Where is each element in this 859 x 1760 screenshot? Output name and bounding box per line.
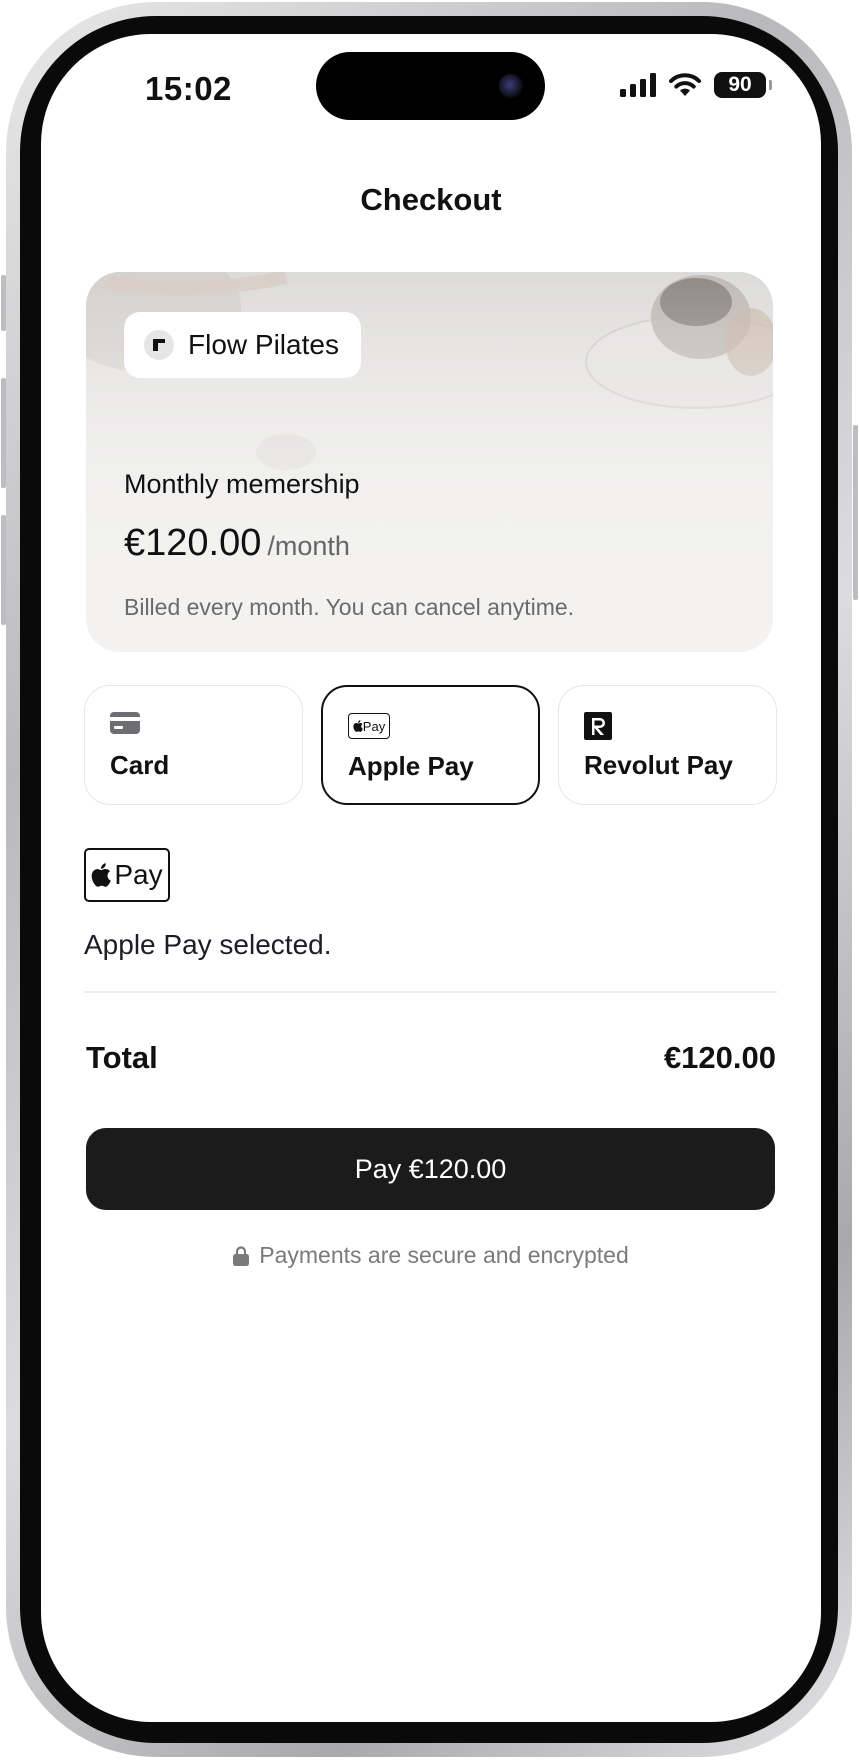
power-button: [853, 425, 858, 600]
payment-method-selector: Card Pay Apple Pay Revolut Pay: [84, 685, 777, 805]
total-label: Total: [86, 1040, 158, 1075]
apple-pay-logo-icon: Pay: [84, 848, 170, 902]
divider: [84, 991, 777, 993]
product-card: Flow Pilates Monthly memership €120.00 /…: [86, 272, 773, 652]
apple-pay-logo-text: Pay: [114, 859, 163, 890]
price-row: €120.00 /month: [124, 522, 350, 565]
volume-down-button: [1, 515, 6, 625]
dynamic-island: [316, 52, 545, 120]
payment-method-revolut-pay[interactable]: Revolut Pay: [558, 685, 777, 805]
battery-icon: 90: [714, 72, 772, 98]
pay-button[interactable]: Pay €120.00: [86, 1128, 775, 1210]
apple-pay-mark-text: Pay: [362, 718, 386, 734]
wifi-icon: [669, 73, 701, 96]
total-value: €120.00: [663, 1040, 776, 1075]
brand-logo-icon: [144, 330, 174, 360]
action-button: [1, 275, 6, 331]
revolut-icon: [584, 712, 612, 745]
brand-name: Flow Pilates: [188, 329, 339, 360]
payment-method-apple-pay[interactable]: Pay Apple Pay: [321, 685, 540, 805]
phone-screen: 15:02 90 Checkout Flow Pilates Monthly m…: [41, 34, 821, 1722]
payment-method-card[interactable]: Card: [84, 685, 303, 805]
plan-name: Monthly memership: [124, 469, 360, 499]
volume-up-button: [1, 378, 6, 488]
lock-icon: [233, 1245, 250, 1266]
method-label: Card: [110, 750, 170, 780]
billing-note: Billed every month. You can cancel anyti…: [124, 594, 575, 620]
credit-card-icon: [110, 712, 140, 739]
payment-selection-message: Apple Pay selected.: [84, 929, 332, 960]
cellular-signal-icon: [620, 73, 656, 97]
method-label: Apple Pay: [348, 751, 474, 781]
page-title: Checkout: [360, 182, 502, 217]
front-camera-icon: [499, 74, 523, 98]
security-note: Payments are secure and encrypted: [41, 1242, 821, 1269]
price-period: /month: [267, 531, 350, 561]
method-label: Revolut Pay: [584, 750, 733, 780]
status-indicators: 90: [620, 72, 772, 98]
status-time: 15:02: [145, 70, 232, 107]
battery-level: 90: [728, 73, 752, 96]
brand-chip: Flow Pilates: [124, 312, 361, 378]
price-amount: €120.00: [124, 522, 262, 564]
security-note-text: Payments are secure and encrypted: [259, 1242, 629, 1268]
apple-pay-icon: Pay: [348, 713, 390, 739]
